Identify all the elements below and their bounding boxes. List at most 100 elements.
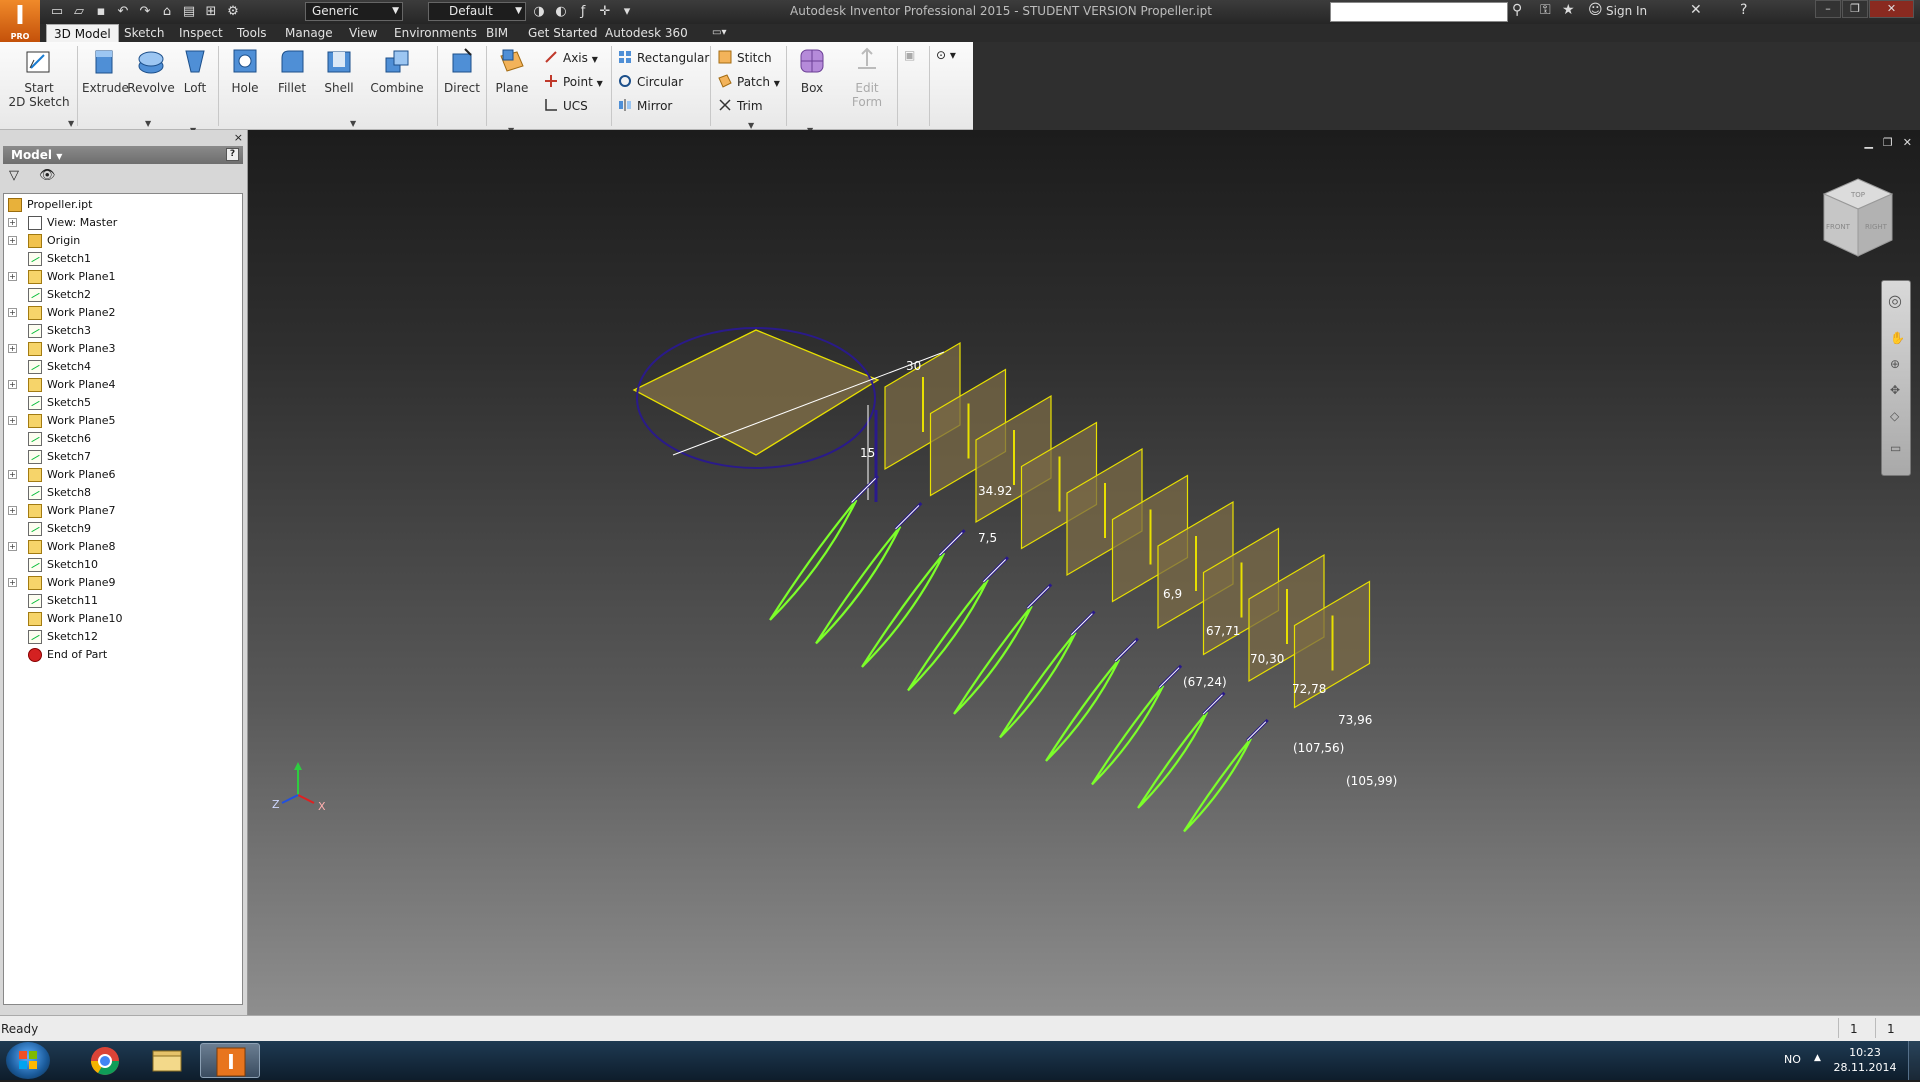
mirror-button[interactable]: Mirror <box>618 98 672 113</box>
update-icon[interactable]: ⚙ <box>224 3 242 21</box>
new-file-icon[interactable]: ▭ <box>48 3 66 21</box>
tree-item[interactable]: + Work Plane6 <box>4 466 240 484</box>
taskbar-explorer[interactable] <box>137 1043 197 1078</box>
rectangular-pattern-button[interactable]: Rectangular <box>618 50 709 65</box>
graphics-viewport[interactable]: ▁ ❐ ✕ 30 15 34.92 (67,24) (107,56) (105,99) 7,… <box>248 130 1920 1015</box>
customize-icon[interactable]: ▾ <box>618 3 636 21</box>
dimension-label[interactable]: 72,78 <box>1292 682 1326 696</box>
dimension-label[interactable]: 34.92 <box>978 484 1012 498</box>
tree-item[interactable]: Sketch12 <box>4 628 240 646</box>
tree-item[interactable]: End of Part <box>4 646 240 664</box>
adjust-icon[interactable]: ◐ <box>552 3 570 21</box>
dimension-label[interactable]: 73,96 <box>1338 713 1372 727</box>
tab-view[interactable]: View <box>342 24 384 42</box>
loft-button[interactable]: Loft <box>176 46 214 95</box>
zoom-icon[interactable]: ⊕ <box>1890 357 1900 371</box>
tree-item[interactable]: Sketch2 <box>4 286 240 304</box>
favorites-star-icon[interactable]: ★ <box>1562 2 1575 18</box>
select-icon[interactable]: ⊞ <box>202 3 220 21</box>
filter-icon[interactable]: ▽ <box>9 168 19 183</box>
browser-header[interactable]: Model ▼ ? <box>3 146 243 164</box>
maximize-button[interactable]: ❐ <box>1842 0 1868 18</box>
tree-item[interactable]: + Work Plane4 <box>4 376 240 394</box>
tab-manage[interactable]: Manage <box>278 24 340 42</box>
dimension-label[interactable]: (107,56) <box>1293 741 1344 755</box>
tree-item[interactable]: + Work Plane3 <box>4 340 240 358</box>
airfoil-sketch-curve[interactable] <box>1045 658 1121 762</box>
viewcube-right-face[interactable]: RIGHT <box>1865 223 1888 231</box>
open-file-icon[interactable]: ▱ <box>70 3 88 21</box>
expand-icon[interactable]: + <box>8 542 17 551</box>
tree-item[interactable]: Sketch10 <box>4 556 240 574</box>
tree-item[interactable]: Sketch3 <box>4 322 240 340</box>
expand-icon[interactable]: + <box>8 416 17 425</box>
tab-autodesk-360[interactable]: Autodesk 360 <box>598 24 695 42</box>
patch-button[interactable]: Patch ▼ <box>718 74 780 89</box>
minimize-button[interactable]: – <box>1815 0 1841 18</box>
viewcube-front-face[interactable]: FRONT <box>1826 223 1851 231</box>
expand-icon[interactable]: + <box>8 470 17 479</box>
edit-form-button[interactable]: Edit Form <box>844 46 890 109</box>
browser-help-icon[interactable]: ? <box>226 148 239 161</box>
surface-panel-expand-icon[interactable]: ▼ <box>748 121 754 130</box>
airfoil-sketch-curve[interactable] <box>1183 737 1252 833</box>
ucs-button[interactable]: UCS <box>544 98 588 113</box>
dimension-label[interactable]: 70,30 <box>1250 652 1284 666</box>
tree-item[interactable]: + Work Plane7 <box>4 502 240 520</box>
tree-item[interactable]: Sketch8 <box>4 484 240 502</box>
save-icon[interactable]: ▪ <box>92 3 110 21</box>
tree-item[interactable]: + Work Plane8 <box>4 538 240 556</box>
airfoil-sketch-curve[interactable] <box>815 525 902 645</box>
dimension-label[interactable]: (67,24) <box>1183 675 1227 689</box>
close-icon[interactable]: × <box>234 131 243 144</box>
ribbon-display-toggle[interactable]: ▭▾ <box>705 24 733 42</box>
shell-button[interactable]: Shell <box>320 46 358 95</box>
dimension-label[interactable]: 6,9 <box>1163 587 1182 601</box>
chevron-down-icon[interactable]: ▼ <box>68 119 74 128</box>
print-icon[interactable]: ▤ <box>180 3 198 21</box>
plane-button[interactable]: Plane <box>492 46 532 95</box>
material-combo[interactable]: Generic ▼ <box>305 2 403 21</box>
tab-inspect[interactable]: Inspect <box>172 24 230 42</box>
airfoil-sketch-curve[interactable] <box>953 605 1033 715</box>
tab-environments[interactable]: Environments <box>387 24 484 42</box>
search-icon[interactable]: ⚲ <box>1512 2 1522 18</box>
fillet-button[interactable]: Fillet <box>272 46 312 95</box>
function-icon[interactable]: ƒ <box>574 3 592 21</box>
show-desktop-button[interactable] <box>1908 1041 1920 1080</box>
expand-icon[interactable]: + <box>8 308 17 317</box>
airfoil-sketch-curve[interactable] <box>1137 711 1209 809</box>
tree-item[interactable]: + View: Master <box>4 214 240 232</box>
expand-icon[interactable]: + <box>8 380 17 389</box>
expand-icon[interactable]: + <box>8 218 17 227</box>
tree-item[interactable]: Sketch1 <box>4 250 240 268</box>
revolve-button[interactable]: Revolve <box>126 46 176 95</box>
tree-item[interactable]: Sketch11 <box>4 592 240 610</box>
look-at-icon[interactable]: ◇ <box>1890 409 1899 423</box>
pan-hand-icon[interactable]: ✋ <box>1890 331 1905 345</box>
expand-icon[interactable]: + <box>8 236 17 245</box>
redo-icon[interactable]: ↷ <box>136 3 154 21</box>
stitch-button[interactable]: Stitch <box>718 50 772 65</box>
circular-pattern-button[interactable]: Circular <box>618 74 683 89</box>
steering-wheel-icon[interactable]: ◎ <box>1888 291 1902 310</box>
appearance-combo[interactable]: Default ▼ <box>428 2 526 21</box>
sign-in-link[interactable]: Sign In <box>1606 4 1647 18</box>
axis-button[interactable]: Axis ▼ <box>544 50 598 65</box>
measure-icon[interactable]: ✛ <box>596 3 614 21</box>
expand-icon[interactable]: + <box>8 272 17 281</box>
dimension-label[interactable]: 7,5 <box>978 531 997 545</box>
tree-item[interactable]: Sketch9 <box>4 520 240 538</box>
taskbar-chrome[interactable] <box>75 1043 135 1078</box>
tab-3d-model[interactable]: 3D Model <box>46 24 119 42</box>
start-2d-sketch-button[interactable]: Start 2D Sketch <box>8 46 70 109</box>
extrude-button[interactable]: Extrude <box>82 46 129 95</box>
box-freeform-button[interactable]: Box <box>792 46 832 95</box>
exchange-apps-icon[interactable]: ✕ <box>1690 2 1702 18</box>
show-hidden-icons-icon[interactable]: ▲ <box>1814 1053 1821 1063</box>
viewcube[interactable]: TOP FRONT RIGHT <box>1818 174 1898 267</box>
home-icon[interactable]: ⌂ <box>158 3 176 21</box>
tree-item[interactable]: + Work Plane1 <box>4 268 240 286</box>
dimension-label[interactable]: 67,71 <box>1206 624 1240 638</box>
start-button[interactable] <box>6 1042 50 1079</box>
